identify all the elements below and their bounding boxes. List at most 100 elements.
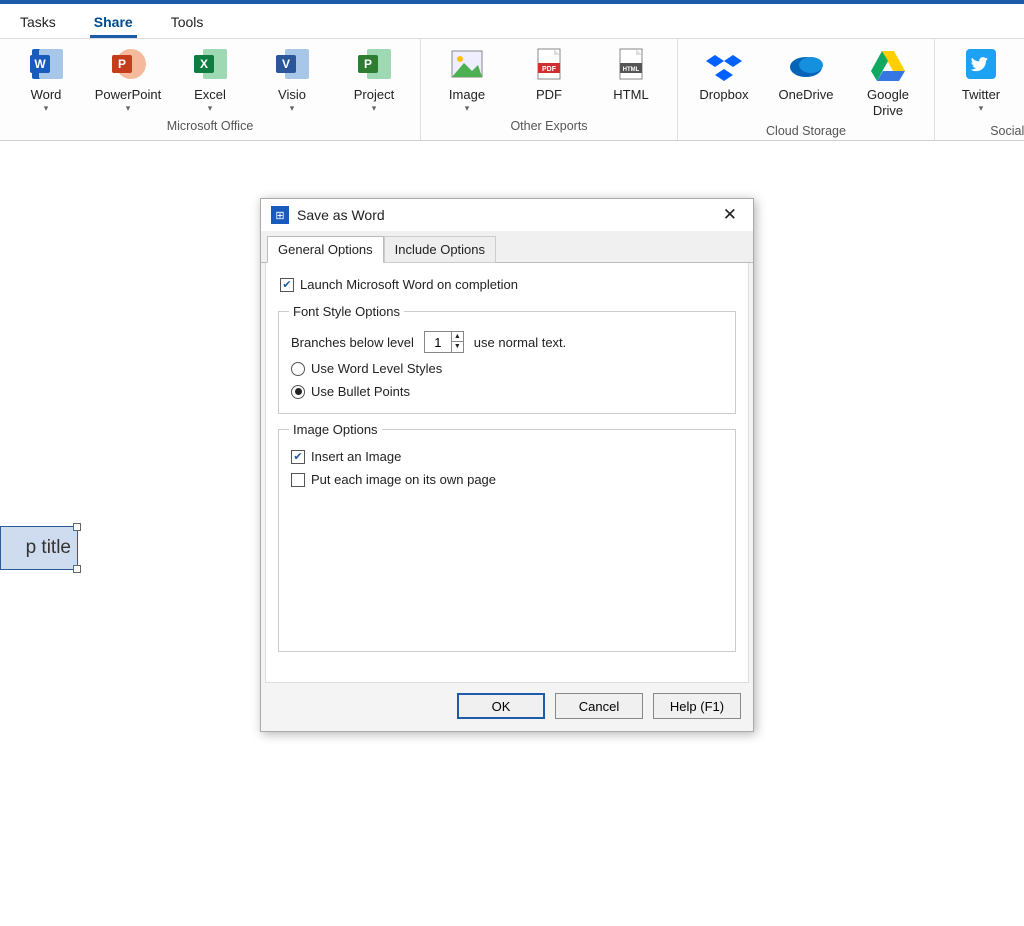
cancel-button[interactable]: Cancel	[555, 693, 643, 719]
menu-share[interactable]: Share	[86, 8, 141, 38]
ribbon-powerpoint-label: PowerPoint	[95, 87, 161, 103]
ribbon-group-exports-label: Other Exports	[510, 117, 587, 133]
ribbon-gdrive-label: Google Drive	[856, 87, 920, 118]
svg-text:V: V	[282, 57, 290, 71]
spinner-down-icon[interactable]: ▼	[452, 342, 463, 351]
ribbon-html-label: HTML	[613, 87, 648, 103]
ribbon-group-office: W Word ▾ P PowerPoint ▾ X Excel ▾ V Visi…	[0, 39, 421, 140]
use-bullet-points-label: Use Bullet Points	[311, 384, 410, 399]
resize-handle[interactable]	[73, 565, 81, 573]
ribbon-image-label: Image	[449, 87, 485, 103]
dialog-titlebar[interactable]: ⊞ Save as Word ✕	[261, 199, 753, 231]
ribbon-excel-label: Excel	[194, 87, 226, 103]
ribbon-project-label: Project	[354, 87, 394, 103]
launch-word-checkbox[interactable]: ✔	[280, 278, 294, 292]
dropdown-arrow-icon: ▾	[290, 103, 295, 114]
html-icon: HTML	[612, 45, 650, 83]
dialog-title-icon: ⊞	[271, 206, 289, 224]
ribbon-onedrive-button[interactable]: OneDrive	[774, 45, 838, 118]
ribbon-group-office-label: Microsoft Office	[167, 117, 254, 133]
font-style-options-legend: Font Style Options	[289, 304, 404, 319]
tab-general-options[interactable]: General Options	[267, 236, 384, 263]
ribbon-visio-label: Visio	[278, 87, 306, 103]
ribbon-excel-button[interactable]: X Excel ▾	[178, 45, 242, 113]
dialog-tabs: General Options Include Options	[261, 231, 753, 263]
svg-text:P: P	[118, 57, 126, 71]
branches-below-level-label: Branches below level	[291, 335, 414, 350]
tab-include-options[interactable]: Include Options	[384, 236, 496, 263]
save-as-word-dialog: ⊞ Save as Word ✕ General Options Include…	[260, 198, 754, 732]
image-options-legend: Image Options	[289, 422, 382, 437]
ribbon-gdrive-button[interactable]: Google Drive	[856, 45, 920, 118]
powerpoint-icon: P	[109, 45, 147, 83]
ribbon-word-button[interactable]: W Word ▾	[14, 45, 78, 113]
dropdown-arrow-icon: ▾	[465, 103, 470, 114]
svg-text:PDF: PDF	[542, 66, 557, 73]
use-word-level-styles-label: Use Word Level Styles	[311, 361, 442, 376]
dropdown-arrow-icon: ▾	[372, 103, 377, 114]
dropdown-arrow-icon: ▾	[44, 103, 49, 114]
ribbon-pdf-label: PDF	[536, 87, 562, 103]
ribbon-dropbox-button[interactable]: Dropbox	[692, 45, 756, 118]
pdf-icon: PDF	[530, 45, 568, 83]
branches-level-spinner[interactable]: ▲ ▼	[424, 331, 464, 353]
menubar: Tasks Share Tools	[0, 4, 1024, 39]
ribbon-group-cloud: Dropbox OneDrive Google Drive Cloud Stor…	[678, 39, 935, 140]
ribbon-dropbox-label: Dropbox	[699, 87, 748, 103]
use-word-level-styles-radio[interactable]	[291, 362, 305, 376]
image-options-group: Image Options ✔ Insert an Image Put each…	[278, 422, 736, 652]
ribbon-powerpoint-button[interactable]: P PowerPoint ▾	[96, 45, 160, 113]
ribbon-twitter-label: Twitter	[962, 87, 1000, 103]
ribbon-twitter-button[interactable]: Twitter ▾	[949, 45, 1013, 118]
dialog-title-text: Save as Word	[297, 207, 385, 223]
svg-text:HTML: HTML	[623, 67, 640, 73]
word-icon: W	[27, 45, 65, 83]
ribbon-onedrive-label: OneDrive	[779, 87, 834, 103]
insert-image-checkbox[interactable]: ✔	[291, 450, 305, 464]
close-button[interactable]: ✕	[717, 205, 743, 225]
svg-text:W: W	[34, 57, 46, 71]
dropdown-arrow-icon: ▾	[979, 103, 984, 114]
ribbon-group-social-label: Social Media	[990, 122, 1024, 138]
ribbon-pdf-button[interactable]: PDF PDF	[517, 45, 581, 113]
menu-tools[interactable]: Tools	[163, 8, 212, 38]
branches-suffix-label: use normal text.	[474, 335, 567, 350]
ribbon-group-cloud-label: Cloud Storage	[766, 122, 846, 138]
dropdown-arrow-icon: ▾	[208, 103, 213, 114]
ribbon-visio-button[interactable]: V Visio ▾	[260, 45, 324, 113]
menu-tasks[interactable]: Tasks	[12, 8, 64, 38]
font-style-options-group: Font Style Options Branches below level …	[278, 304, 736, 414]
help-button[interactable]: Help (F1)	[653, 693, 741, 719]
dropbox-icon	[705, 45, 743, 83]
dropdown-arrow-icon: ▾	[126, 103, 131, 114]
svg-text:X: X	[200, 57, 208, 71]
ribbon-image-button[interactable]: Image ▾	[435, 45, 499, 113]
insert-image-label: Insert an Image	[311, 449, 401, 464]
spinner-up-icon[interactable]: ▲	[452, 332, 463, 342]
use-bullet-points-radio[interactable]	[291, 385, 305, 399]
each-image-own-page-label: Put each image on its own page	[311, 472, 496, 487]
google-drive-icon	[869, 45, 907, 83]
image-icon	[448, 45, 486, 83]
map-title-shape[interactable]: p title	[0, 526, 78, 570]
svg-text:P: P	[364, 57, 372, 71]
each-image-own-page-checkbox[interactable]	[291, 473, 305, 487]
ribbon-project-button[interactable]: P Project ▾	[342, 45, 406, 113]
dialog-body: ✔ Launch Microsoft Word on completion Fo…	[265, 263, 749, 683]
launch-word-label: Launch Microsoft Word on completion	[300, 277, 518, 292]
dialog-footer: OK Cancel Help (F1)	[261, 683, 753, 731]
ribbon-html-button[interactable]: HTML HTML	[599, 45, 663, 113]
branches-level-input[interactable]	[425, 332, 451, 352]
resize-handle[interactable]	[73, 523, 81, 531]
project-icon: P	[355, 45, 393, 83]
ribbon-word-label: Word	[31, 87, 62, 103]
ok-button[interactable]: OK	[457, 693, 545, 719]
map-title-text: p title	[26, 537, 71, 558]
ribbon-group-exports: Image ▾ PDF PDF HTML HTML Other Exports	[421, 39, 678, 140]
ribbon: W Word ▾ P PowerPoint ▾ X Excel ▾ V Visi…	[0, 39, 1024, 141]
excel-icon: X	[191, 45, 229, 83]
twitter-icon	[962, 45, 1000, 83]
onedrive-icon	[787, 45, 825, 83]
ribbon-group-social: Twitter ▾ f Send To Facebook Social Medi…	[935, 39, 1024, 140]
visio-icon: V	[273, 45, 311, 83]
